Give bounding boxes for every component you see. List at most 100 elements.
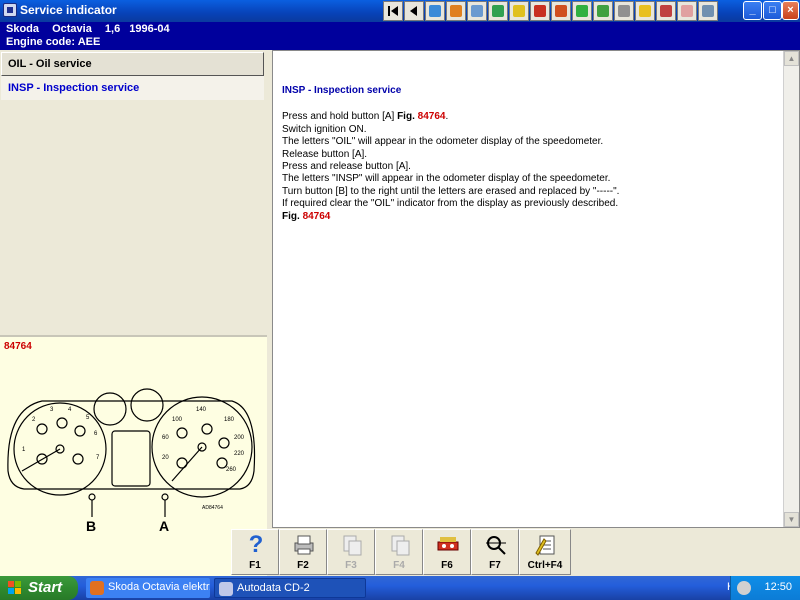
vehicle-make: Skoda: [6, 23, 40, 35]
instruction-text: Press and hold button [A]: [282, 111, 398, 123]
instruction-line-5: Press and release button [A].: [282, 161, 411, 173]
print-button[interactable]: F2: [279, 529, 327, 575]
clock[interactable]: 12:50: [764, 581, 792, 593]
f7-button[interactable]: F7: [471, 529, 519, 575]
function-key-bar: ? F1 F2 F3 F4 F6 F7 Ctrl+F4: [0, 528, 800, 576]
scroll-up-button[interactable]: ▲: [784, 51, 799, 66]
f4-button[interactable]: F4: [375, 529, 423, 575]
scroll-down-button[interactable]: ▼: [784, 512, 799, 527]
start-button[interactable]: Start: [0, 576, 78, 600]
vehicle-engine: 1,6: [104, 23, 121, 35]
document-icon: [388, 533, 412, 557]
battery-icon[interactable]: [530, 1, 550, 21]
tire-icon[interactable]: [593, 1, 613, 21]
menu-item-oil-service[interactable]: OIL - Oil service: [1, 52, 264, 76]
windows-logo-icon: [8, 581, 22, 595]
svg-text:200: 200: [234, 435, 245, 441]
window-title: Service indicator: [20, 3, 117, 17]
figure-number: 84764: [4, 341, 32, 352]
content-heading: INSP - Inspection service: [282, 85, 402, 96]
instruction-line-7: Turn button [B] to the right until the l…: [282, 185, 620, 197]
f7-label: F7: [489, 560, 501, 571]
repair-icon[interactable]: [488, 1, 508, 21]
f6-button[interactable]: F6: [423, 529, 471, 575]
ctrl-f4-button[interactable]: Ctrl+F4: [519, 529, 571, 575]
f6-label: F6: [441, 560, 453, 571]
document-icon: [340, 533, 364, 557]
svg-text:20: 20: [162, 455, 169, 461]
f1-label: F1: [249, 560, 261, 571]
svg-text:6: 6: [94, 431, 98, 437]
title-bar: Service indicator _ □ ×: [0, 0, 800, 22]
figure-link[interactable]: 84764: [418, 111, 446, 122]
svg-text:180: 180: [224, 417, 235, 423]
engine-code: Engine code: AEE: [6, 36, 101, 48]
tools-icon[interactable]: [467, 1, 487, 21]
svg-text:5: 5: [86, 415, 90, 421]
dashboard-icon: [436, 533, 460, 557]
svg-text:220: 220: [234, 451, 245, 457]
fig-word: Fig.: [397, 111, 415, 123]
toolbar: [383, 1, 718, 21]
data-icon[interactable]: [425, 1, 445, 21]
service-icon[interactable]: [446, 1, 466, 21]
lamp-icon[interactable]: [677, 1, 697, 21]
autodata-icon: [219, 582, 233, 596]
task-label: Skoda Octavia elektr...: [108, 581, 210, 593]
help-button[interactable]: ? F1: [231, 529, 279, 575]
printer-icon: [292, 533, 316, 557]
notes-icon: [534, 533, 558, 557]
content-text: INSP - Inspection service Press and hold…: [282, 85, 772, 223]
minimize-button[interactable]: _: [743, 1, 762, 20]
fig-word: Fig.: [282, 210, 300, 222]
engine-icon[interactable]: [551, 1, 571, 21]
vertical-scrollbar[interactable]: ▲ ▼: [783, 51, 799, 527]
system-tray: 12:50: [730, 576, 800, 600]
svg-text:7: 7: [96, 455, 100, 461]
left-panel: OIL - Oil service INSP - Inspection serv…: [0, 50, 267, 578]
brake-icon[interactable]: [656, 1, 676, 21]
app-icon: [3, 3, 17, 17]
instruction-line-1: Press and hold button [A] Fig. 84764.: [282, 111, 772, 123]
airbag-icon[interactable]: [635, 1, 655, 21]
figure-link[interactable]: 84764: [303, 211, 331, 222]
help-icon: ?: [248, 531, 264, 558]
firefox-icon: [90, 581, 104, 595]
svg-text:2: 2: [32, 417, 36, 423]
start-label: Start: [28, 579, 63, 596]
taskbar: Start Skoda Octavia elektr... Autodata C…: [0, 576, 800, 600]
svg-text:3: 3: [50, 407, 54, 413]
f2-label: F2: [297, 560, 309, 571]
instruction-line-2: Switch ignition ON.: [282, 123, 367, 135]
close-button[interactable]: ×: [782, 1, 799, 20]
electrical-icon[interactable]: [509, 1, 529, 21]
task-label: Autodata CD-2: [237, 582, 310, 594]
taskbar-item-autodata[interactable]: Autodata CD-2: [214, 578, 366, 598]
figure-reference: Fig. 84764: [282, 211, 772, 223]
svg-text:260: 260: [226, 467, 237, 473]
instruction-line-3: The letters "OIL" will appear in the odo…: [282, 136, 604, 148]
menu-item-inspection-service[interactable]: INSP - Inspection service: [1, 76, 264, 100]
f4-label: F4: [393, 560, 405, 571]
taskbar-item-firefox[interactable]: Skoda Octavia elektr...: [86, 578, 210, 598]
figure-code: AD84764: [202, 505, 223, 511]
vehicle-header: Skoda Octavia 1,6 1996-04 Engine code: A…: [0, 22, 800, 50]
vehicle-year: 1996-04: [129, 23, 170, 35]
first-icon[interactable]: [383, 1, 403, 21]
instruction-line-8: If required clear the "OIL" indicator fr…: [282, 198, 619, 210]
emission-icon[interactable]: [572, 1, 592, 21]
prev-icon[interactable]: [404, 1, 424, 21]
svg-text:4: 4: [68, 407, 72, 413]
ac-icon[interactable]: [614, 1, 634, 21]
maximize-button[interactable]: □: [763, 1, 782, 20]
f3-button[interactable]: F3: [327, 529, 375, 575]
gear-icon[interactable]: [698, 1, 718, 21]
svg-text:1: 1: [22, 447, 26, 453]
magnifier-icon: [484, 533, 508, 557]
f3-label: F3: [345, 560, 357, 571]
period: .: [445, 111, 449, 123]
volume-icon[interactable]: [737, 581, 751, 595]
content-panel: INSP - Inspection service Press and hold…: [272, 50, 800, 528]
svg-text:100: 100: [172, 417, 183, 423]
svg-text:60: 60: [162, 435, 169, 441]
